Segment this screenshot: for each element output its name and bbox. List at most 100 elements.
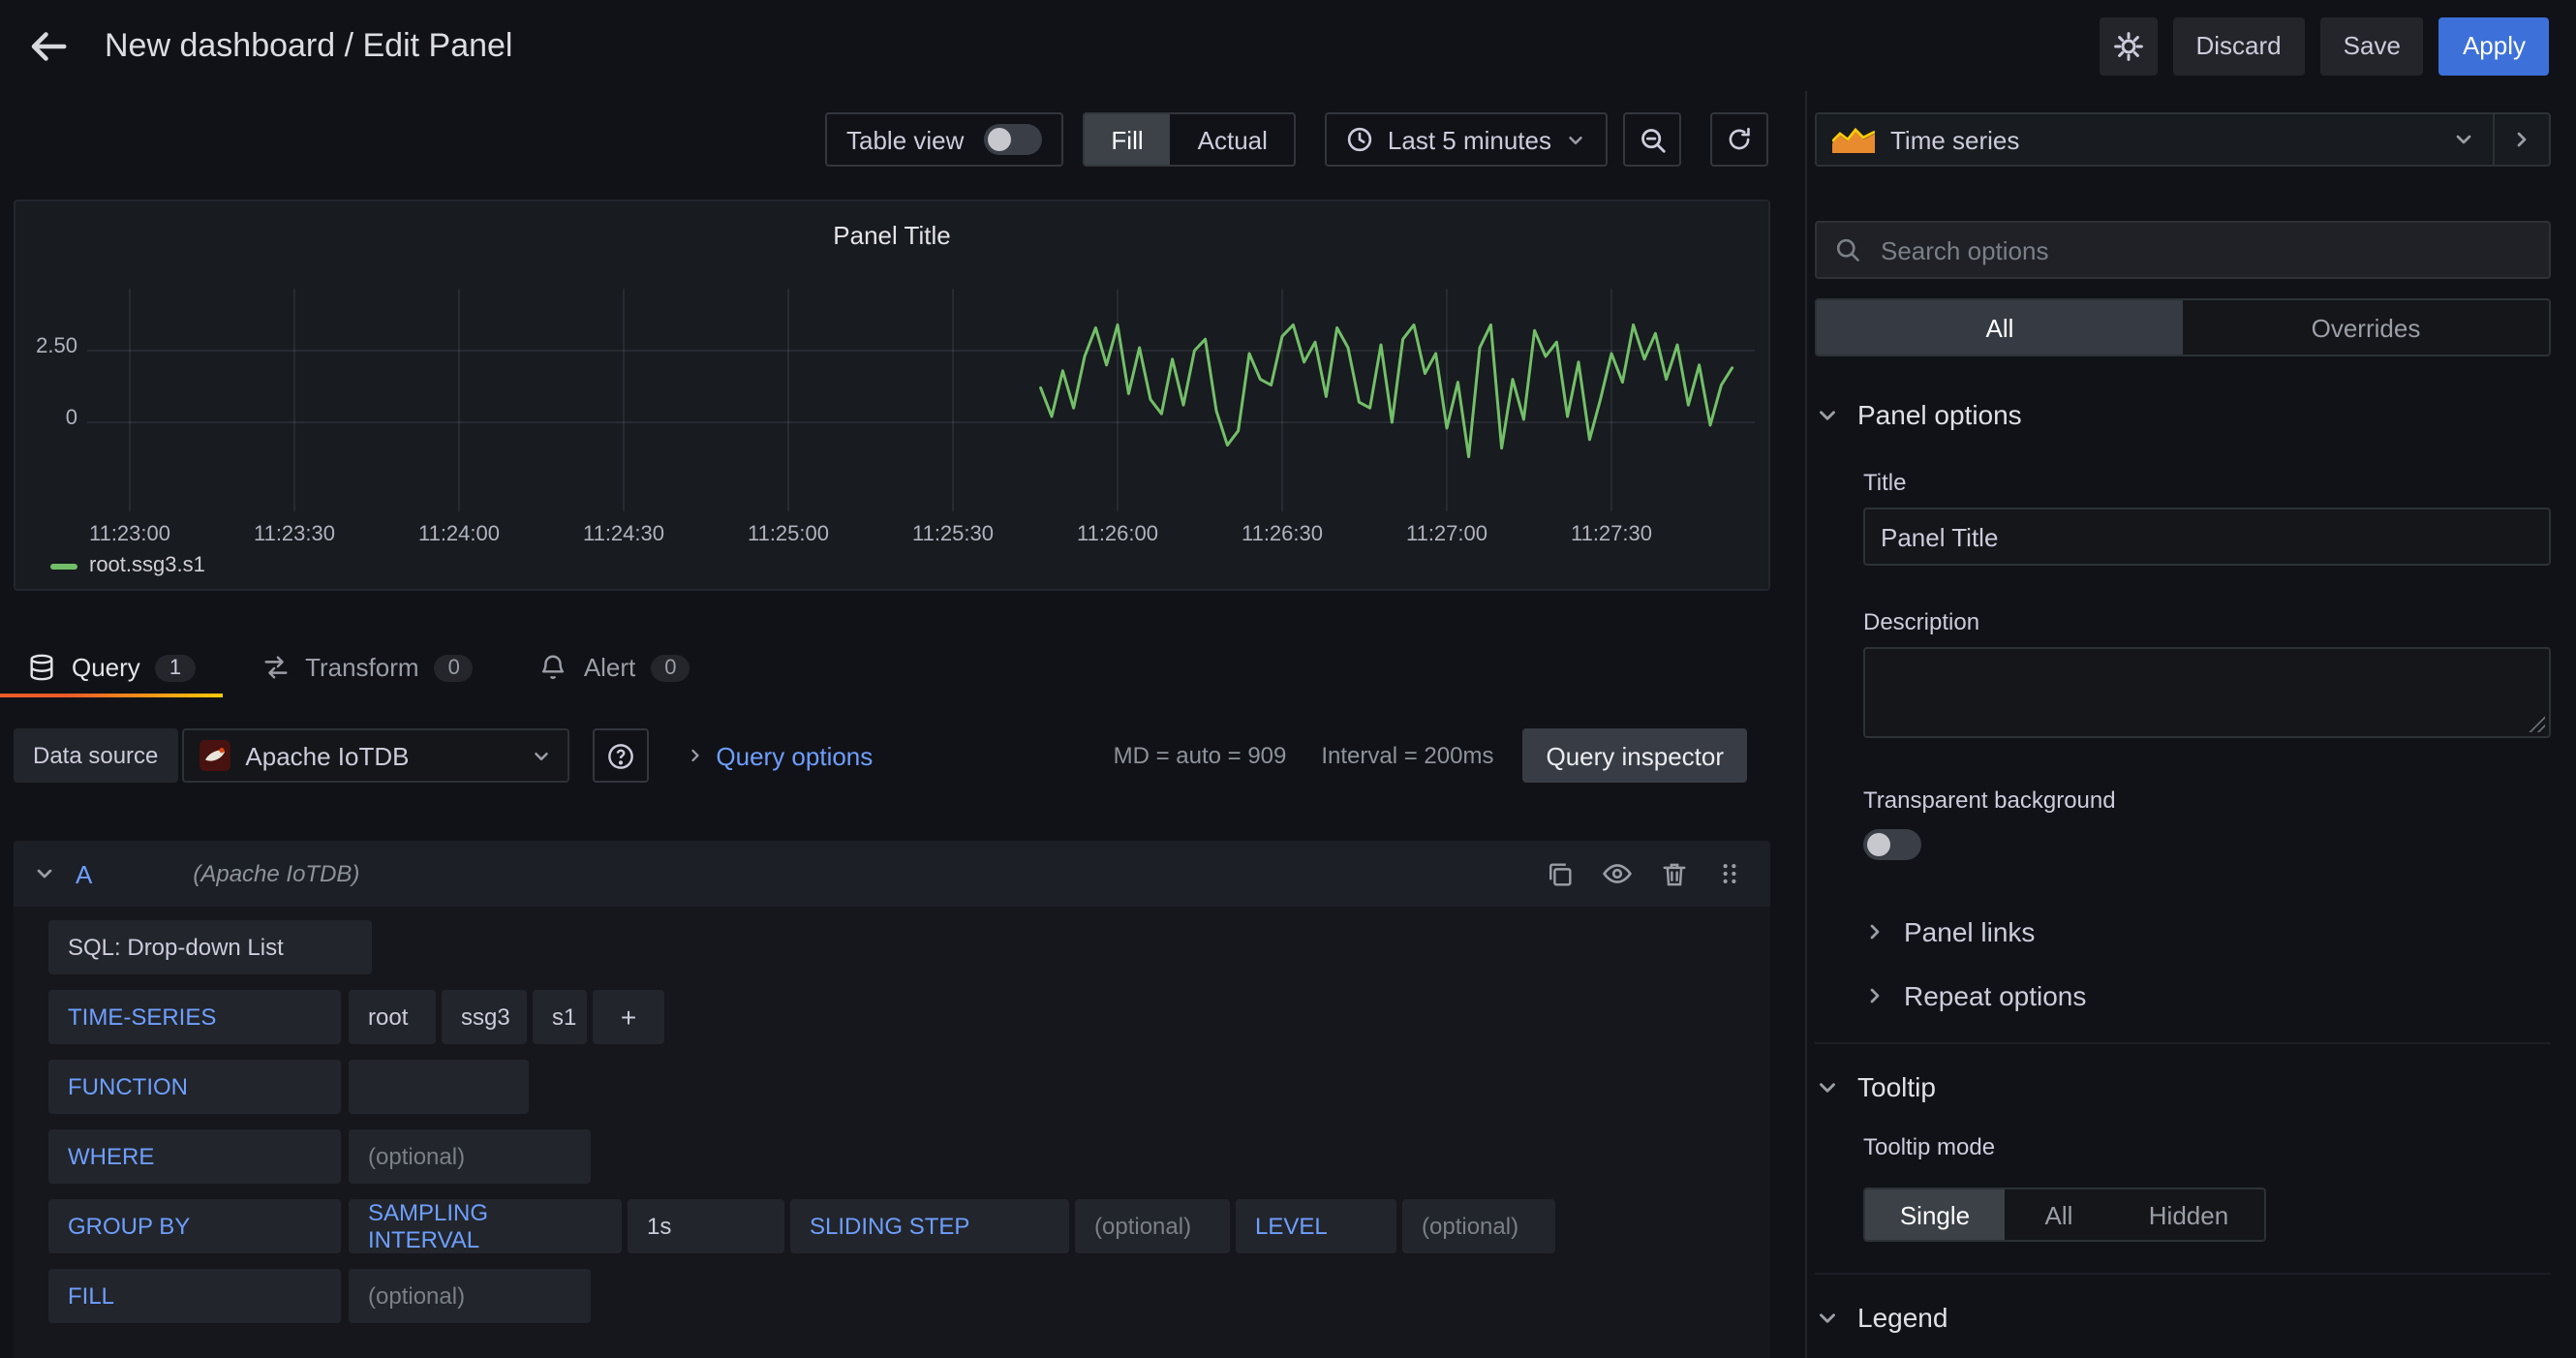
chevron-down-icon [1815, 402, 1840, 427]
function-field-label: FUNCTION [48, 1060, 341, 1114]
switch-knob [987, 128, 1010, 151]
chevron-right-icon [1863, 920, 1886, 943]
add-time-series-button[interactable]: + [593, 990, 664, 1044]
options-filter-tabs: All Overrides [1815, 298, 2551, 356]
interval-stat: Interval = 200ms [1321, 742, 1493, 769]
datasource-help-button[interactable] [592, 728, 648, 783]
fill-option-button[interactable]: Fill [1084, 114, 1170, 165]
time-range-value: Last 5 minutes [1388, 125, 1551, 154]
tooltip-mode-group: Single All Hidden [1863, 1188, 2266, 1242]
discard-button[interactable]: Discard [2173, 16, 2305, 75]
save-button[interactable]: Save [2320, 16, 2424, 75]
time-series-segment-s1[interactable]: s1 [533, 990, 587, 1044]
edit-panel-header: New dashboard / Edit Panel Discard Save … [0, 0, 2576, 91]
plus-icon: + [621, 1002, 636, 1033]
page-title: New dashboard / Edit Panel [105, 26, 513, 65]
delete-query-button[interactable] [1660, 859, 1689, 888]
x-axis-tick-label: 11:24:30 [583, 523, 664, 546]
query-row-a: A (Apache IoTDB) [14, 841, 1770, 1358]
editor-tabs: Query 1 Transform 0 Alert 0 [0, 637, 1770, 697]
help-circle-icon [605, 741, 634, 770]
options-search-input[interactable] [1877, 233, 2531, 266]
tab-alert-count: 0 [651, 654, 690, 681]
tooltip-mode-hidden[interactable]: Hidden [2113, 1189, 2264, 1240]
tab-query[interactable]: Query 1 [0, 637, 222, 697]
duplicate-query-button[interactable] [1546, 859, 1575, 888]
query-inspector-button[interactable]: Query inspector [1522, 728, 1747, 783]
transform-icon [261, 653, 290, 682]
drag-handle[interactable] [1716, 860, 1743, 887]
sql-mode-dropdown[interactable]: SQL: Drop-down List [48, 920, 372, 974]
function-segment[interactable] [349, 1060, 529, 1114]
tooltip-mode-label: Tooltip mode [1863, 1133, 2551, 1160]
time-range-picker[interactable]: Last 5 minutes [1326, 112, 1608, 167]
time-series-segment-ssg3[interactable]: ssg3 [442, 990, 527, 1044]
panel-options-sidebar: Time series All Overrides Panel opti [1805, 91, 2576, 1358]
query-row-actions [1546, 858, 1743, 889]
level-segment[interactable]: (optional) [1402, 1199, 1555, 1253]
table-view-label: Table view [846, 125, 964, 154]
panel-links-section[interactable]: Panel links [1863, 916, 2551, 947]
description-textarea[interactable] [1863, 647, 2551, 738]
toggle-viz-suggestions-button[interactable] [2493, 114, 2549, 165]
switch-knob [1867, 833, 1890, 856]
group-by-row: GROUP BY SAMPLING INTERVAL 1s SLIDING ST… [48, 1199, 1770, 1253]
panel-title-input[interactable] [1863, 508, 2551, 566]
legend-series-label[interactable]: root.ssg3.s1 [89, 554, 205, 577]
where-segment[interactable]: (optional) [349, 1129, 591, 1184]
fill-segment[interactable]: (optional) [349, 1269, 591, 1323]
sampling-interval-label: SAMPLING INTERVAL [349, 1199, 622, 1253]
filter-tab-all[interactable]: All [1817, 300, 2183, 355]
time-series-chart [87, 289, 1755, 511]
time-series-segment-root[interactable]: root [349, 990, 436, 1044]
clock-icon [1347, 126, 1374, 153]
options-search[interactable] [1815, 221, 2551, 279]
datasource-picker[interactable]: Apache IoTDB [181, 728, 568, 783]
transparent-background-switch[interactable] [1863, 829, 1921, 860]
query-datasource-hint: (Apache IoTDB) [193, 860, 359, 887]
tab-transform[interactable]: Transform 0 [233, 637, 501, 697]
chevron-down-icon[interactable] [33, 862, 56, 885]
visualization-picker-row: Time series [1815, 112, 2551, 167]
chevron-down-icon [1815, 1305, 1840, 1330]
apache-iotdb-icon [199, 740, 230, 771]
sampling-interval-segment[interactable]: 1s [628, 1199, 784, 1253]
tab-alert[interactable]: Alert 0 [512, 637, 718, 697]
y-axis-tick-label: 0 [66, 407, 77, 430]
visualization-picker[interactable]: Time series [1815, 112, 2551, 167]
database-icon [27, 653, 56, 682]
query-row-header[interactable]: A (Apache IoTDB) [14, 841, 1770, 907]
sliding-step-segment[interactable]: (optional) [1075, 1199, 1230, 1253]
hide-query-button[interactable] [1602, 858, 1633, 889]
refresh-button[interactable] [1710, 112, 1768, 167]
repeat-options-section[interactable]: Repeat options [1863, 980, 2551, 1011]
panel-editor-toolbar: Table view Fill Actual Last 5 minutes [0, 112, 1770, 167]
gear-icon [2113, 30, 2144, 61]
chevron-down-icon [1565, 129, 1586, 150]
tooltip-section-header[interactable]: Tooltip [1815, 1071, 2551, 1102]
query-toolbar: Data source Apache IoTDB Query options M… [14, 728, 1770, 783]
tooltip-section-body: Tooltip mode Single All Hidden [1815, 1133, 2551, 1242]
query-options-toggle[interactable]: Query options [673, 739, 884, 772]
dashboard-settings-button[interactable] [2100, 16, 2158, 75]
apply-button[interactable]: Apply [2439, 16, 2549, 75]
panel-options-section-header[interactable]: Panel options [1815, 399, 2551, 430]
chevron-down-icon [530, 745, 551, 766]
legend-series-swatch [50, 563, 77, 569]
x-axis-tick-label: 11:27:30 [1571, 523, 1652, 546]
tooltip-mode-single[interactable]: Single [1865, 1189, 2005, 1240]
query-editor-body: SQL: Drop-down List TIME-SERIES root ssg… [14, 907, 1770, 1358]
x-axis: 11:23:0011:23:3011:24:0011:24:3011:25:00… [15, 523, 1768, 550]
table-view-switch[interactable] [983, 124, 1041, 155]
back-button[interactable] [15, 13, 81, 78]
filter-tab-overrides[interactable]: Overrides [2183, 300, 2549, 355]
group-by-field-label: GROUP BY [48, 1199, 341, 1253]
table-view-group: Table view [825, 112, 1062, 167]
x-axis-tick-label: 11:23:30 [254, 523, 335, 546]
actual-option-button[interactable]: Actual [1171, 114, 1295, 165]
repeat-options-label: Repeat options [1904, 980, 2086, 1011]
tooltip-mode-all[interactable]: All [2005, 1189, 2113, 1240]
legend-section-header[interactable]: Legend [1815, 1302, 2551, 1333]
description-label: Description [1863, 608, 2551, 635]
zoom-out-button[interactable] [1623, 112, 1681, 167]
